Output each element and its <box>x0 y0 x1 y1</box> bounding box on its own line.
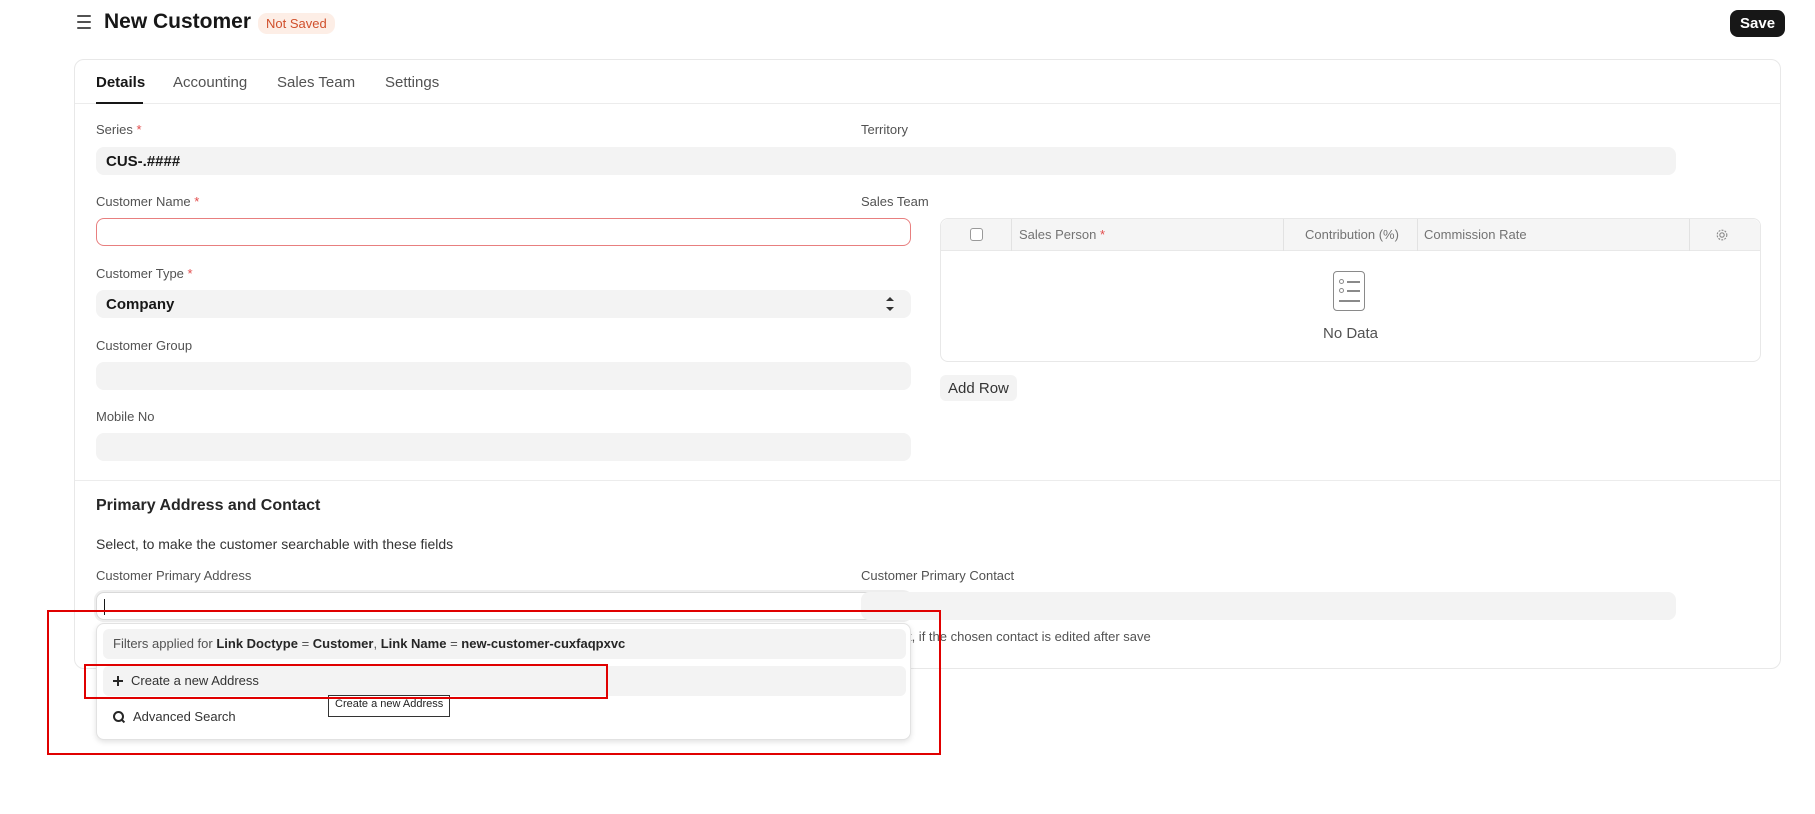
tooltip: Create a new Address <box>328 695 451 717</box>
create-new-address-option[interactable]: Create a new Address <box>103 666 906 696</box>
save-button[interactable]: Save <box>1730 10 1786 37</box>
advanced-search-option[interactable]: Advanced Search <box>103 702 906 732</box>
gear-icon[interactable] <box>1715 228 1729 242</box>
col-commission-rate: Commission Rate <box>1424 227 1527 242</box>
form-card: Details Accounting Sales Team Settings S… <box>74 59 1781 669</box>
customer-type-label: Customer Type * <box>96 266 193 281</box>
hamburger-icon[interactable] <box>77 15 91 29</box>
col-contribution: Contribution (%) <box>1305 227 1399 242</box>
filter-info: Filters applied for Link Doctype = Custo… <box>103 629 906 659</box>
section-description: Select, to make the customer searchable … <box>96 536 454 552</box>
grid-col-separator <box>1689 219 1690 251</box>
mobile-no-label: Mobile No <box>96 409 155 424</box>
territory-label: Territory <box>861 122 908 137</box>
series-label: Series * <box>96 122 142 137</box>
customer-group-input[interactable] <box>96 362 911 390</box>
address-dropdown: Filters applied for Link Doctype = Custo… <box>96 623 911 740</box>
chevron-updown-icon <box>886 297 894 311</box>
section-divider <box>75 480 1780 481</box>
grid-col-separator <box>1417 219 1418 251</box>
grid-col-separator <box>1283 219 1284 251</box>
territory-input[interactable] <box>861 147 1676 175</box>
plus-icon <box>113 676 123 686</box>
section-title: Primary Address and Contact <box>96 497 321 514</box>
page-title: New Customer <box>104 10 252 33</box>
grid-col-separator <box>1011 219 1012 251</box>
customer-name-label: Customer Name * <box>96 194 200 209</box>
series-select[interactable]: CUS-.#### <box>96 147 911 175</box>
sales-team-grid: Sales Person * Contribution (%) Commissi… <box>940 218 1761 362</box>
customer-name-input[interactable] <box>96 218 911 246</box>
primary-contact-input[interactable] <box>861 592 1676 620</box>
primary-address-label: Customer Primary Address <box>96 568 252 583</box>
customer-type-select[interactable]: Company <box>96 290 911 318</box>
tab-sales-team[interactable]: Sales Team <box>277 74 355 91</box>
status-badge: Not Saved <box>258 13 335 34</box>
col-sales-person: Sales Person * <box>1019 227 1106 242</box>
tab-details[interactable]: Details <box>96 74 145 91</box>
search-icon <box>113 711 125 723</box>
active-tab-indicator <box>96 102 143 104</box>
no-data-icon <box>1333 271 1365 311</box>
select-all-checkbox[interactable] <box>970 228 983 241</box>
tab-settings[interactable]: Settings <box>385 74 439 91</box>
primary-address-input[interactable] <box>96 592 911 620</box>
mobile-no-input[interactable] <box>96 433 911 461</box>
add-row-button[interactable]: Add Row <box>940 375 1017 401</box>
tab-bar: Details Accounting Sales Team Settings <box>75 60 1780 104</box>
no-data-text: No Data <box>1322 325 1379 342</box>
sales-team-label: Sales Team <box>861 194 929 209</box>
primary-contact-label: Customer Primary Contact <box>861 568 1015 583</box>
customer-group-label: Customer Group <box>96 338 193 353</box>
text-cursor <box>104 599 105 615</box>
grid-header: Sales Person * Contribution (%) Commissi… <box>941 219 1760 251</box>
tab-accounting[interactable]: Accounting <box>173 74 247 91</box>
